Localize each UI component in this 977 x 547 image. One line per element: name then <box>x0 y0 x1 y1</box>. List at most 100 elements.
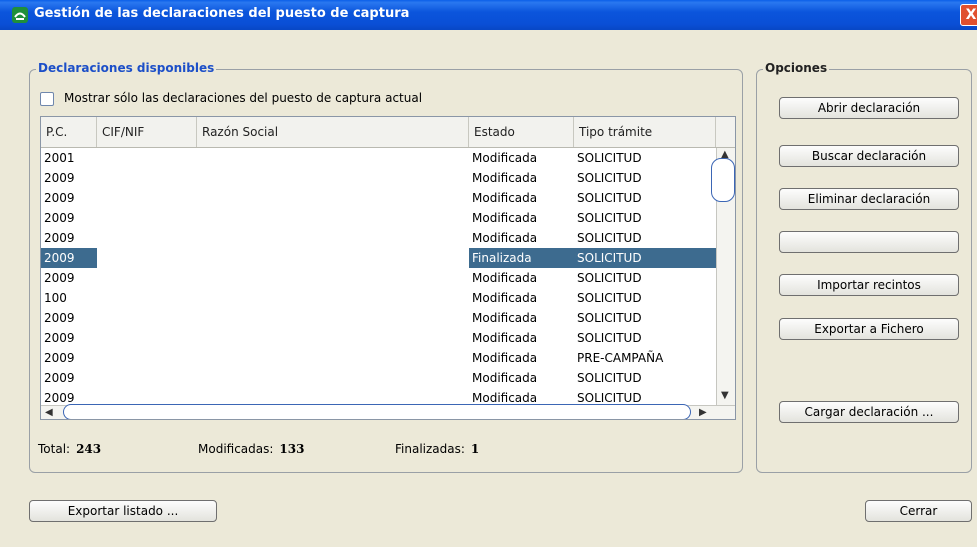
column-header-cif[interactable]: CIF/NIF <box>97 117 197 147</box>
table-body[interactable]: 2001 Modificada SOLICITUD 2009 Modificada SOL… <box>41 148 716 405</box>
horizontal-scrollbar[interactable]: ◀ ▶ <box>41 404 735 419</box>
cell-razon-social <box>197 168 469 188</box>
cell-cif <box>97 348 197 368</box>
cell-pc: 2009 <box>44 351 75 365</box>
buscar-declaracion-button[interactable]: Buscar declaración <box>779 145 959 167</box>
filter-checkbox-label[interactable]: Mostrar sólo las declaraciones del puest… <box>64 91 422 105</box>
total-label: Total: <box>38 442 71 456</box>
close-window-button[interactable]: X <box>960 4 977 26</box>
cell-razon-social <box>197 348 469 368</box>
cell-pc: 2009 <box>44 311 75 325</box>
cell-estado: Modificada <box>472 211 538 225</box>
cell-razon-social <box>197 228 469 248</box>
cell-tipo-tramite: SOLICITUD <box>577 371 642 385</box>
scroll-down-arrow-icon[interactable]: ▼ <box>721 390 729 401</box>
vertical-scrollbar[interactable]: ▲ ▼ <box>711 148 735 405</box>
window-title: Gestión de las declaraciones del puesto … <box>34 6 410 21</box>
importar-recintos-button[interactable]: Importar recintos <box>779 274 959 296</box>
modificadas-label: Modificadas: <box>198 442 274 456</box>
cell-estado: Modificada <box>472 171 538 185</box>
modificadas-count: Modificadas: 133 <box>198 442 304 456</box>
table-row[interactable]: 2009 Modificada SOLICITUD <box>41 388 716 405</box>
column-header-tipo-tramite[interactable]: Tipo trámite <box>574 117 716 147</box>
cell-tipo-tramite: SOLICITUD <box>574 248 716 268</box>
opciones-group-title: Opciones <box>763 61 830 75</box>
cell-cif <box>97 328 197 348</box>
total-value: 243 <box>76 442 102 456</box>
cell-pc: 2009 <box>44 231 75 245</box>
cell-cif <box>97 388 197 405</box>
table-row[interactable]: 2009 Modificada PRE-CAMPAÑA <box>41 348 716 368</box>
cell-cif <box>97 288 197 308</box>
scroll-left-arrow-icon[interactable]: ◀ <box>45 407 53 418</box>
table-row[interactable]: 2009 Modificada SOLICITUD <box>41 268 716 288</box>
finalizadas-value: 1 <box>470 442 480 456</box>
cell-estado: Modificada <box>472 291 538 305</box>
cerrar-button[interactable]: Cerrar <box>865 500 972 522</box>
cell-pc: 2009 <box>44 331 75 345</box>
cell-estado: Modificada <box>472 391 538 405</box>
cell-tipo-tramite: PRE-CAMPAÑA <box>577 351 664 365</box>
cell-tipo-tramite: SOLICITUD <box>577 291 642 305</box>
cell-cif <box>97 208 197 228</box>
eliminar-declaracion-button[interactable]: Eliminar declaración <box>779 188 959 210</box>
cell-tipo-tramite: SOLICITUD <box>577 171 642 185</box>
table-header: P.C. CIF/NIF Razón Social Estado Tipo tr… <box>41 117 735 148</box>
cell-razon-social <box>197 268 469 288</box>
blank-option-button[interactable] <box>779 231 959 253</box>
cell-cif <box>97 188 197 208</box>
column-header-estado[interactable]: Estado <box>469 117 574 147</box>
cell-pc: 2009 <box>44 371 75 385</box>
cell-tipo-tramite: SOLICITUD <box>577 271 642 285</box>
column-header-razon-social[interactable]: Razón Social <box>197 117 469 147</box>
finalizadas-count: Finalizadas: 1 <box>395 442 479 456</box>
scroll-right-arrow-icon[interactable]: ▶ <box>699 407 707 418</box>
cell-razon-social <box>197 368 469 388</box>
cell-cif <box>97 308 197 328</box>
table-row[interactable]: 2009 Modificada SOLICITUD <box>41 168 716 188</box>
exportar-listado-button[interactable]: Exportar listado ... <box>29 500 217 522</box>
cell-cif <box>97 148 197 168</box>
dialog-content: Declaraciones disponibles Mostrar sólo l… <box>0 30 977 547</box>
cell-tipo-tramite: SOLICITUD <box>577 211 642 225</box>
filter-checkbox[interactable] <box>40 92 54 106</box>
cell-cif <box>97 248 197 268</box>
table-row[interactable]: 2009 Modificada SOLICITUD <box>41 228 716 248</box>
table-row[interactable]: 2009 Modificada SOLICITUD <box>41 208 716 228</box>
cell-pc: 2009 <box>41 248 97 268</box>
horizontal-scroll-thumb[interactable] <box>63 404 691 419</box>
table-row[interactable]: 2009 Modificada SOLICITUD <box>41 308 716 328</box>
cell-pc: 2009 <box>44 171 75 185</box>
cell-cif <box>97 368 197 388</box>
cell-estado: Modificada <box>472 271 538 285</box>
window-titlebar[interactable]: Gestión de las declaraciones del puesto … <box>0 0 977 30</box>
declaraciones-group-title: Declaraciones disponibles <box>36 61 217 75</box>
abrir-declaracion-button[interactable]: Abrir declaración <box>779 97 959 119</box>
declaraciones-table[interactable]: P.C. CIF/NIF Razón Social Estado Tipo tr… <box>40 116 736 420</box>
cell-cif <box>97 228 197 248</box>
cell-razon-social <box>197 208 469 228</box>
cell-estado: Modificada <box>472 151 538 165</box>
cell-estado: Modificada <box>472 371 538 385</box>
cell-tipo-tramite: SOLICITUD <box>577 311 642 325</box>
cell-razon-social <box>197 148 469 168</box>
vertical-scroll-thumb[interactable] <box>711 158 735 202</box>
cell-tipo-tramite: SOLICITUD <box>577 231 642 245</box>
cell-razon-social <box>197 388 469 405</box>
total-count: Total: 243 <box>38 442 101 456</box>
column-header-pc[interactable]: P.C. <box>41 117 97 147</box>
table-row[interactable]: 2009 Modificada SOLICITUD <box>41 328 716 348</box>
table-row[interactable]: 2009 Modificada SOLICITUD <box>41 188 716 208</box>
table-row-selected[interactable]: 2009 Finalizada SOLICITUD <box>41 248 716 268</box>
cell-razon-social <box>197 188 469 208</box>
cargar-declaracion-button[interactable]: Cargar declaración ... <box>779 401 959 423</box>
column-header-corner <box>716 117 735 147</box>
table-row[interactable]: 2009 Modificada SOLICITUD <box>41 368 716 388</box>
exportar-fichero-button[interactable]: Exportar a Fichero <box>779 318 959 340</box>
cell-pc: 100 <box>44 291 67 305</box>
cell-estado: Modificada <box>472 351 538 365</box>
table-row[interactable]: 2001 Modificada SOLICITUD <box>41 148 716 168</box>
finalizadas-label: Finalizadas: <box>395 442 465 456</box>
table-row[interactable]: 100 Modificada SOLICITUD <box>41 288 716 308</box>
cell-razon-social <box>197 288 469 308</box>
